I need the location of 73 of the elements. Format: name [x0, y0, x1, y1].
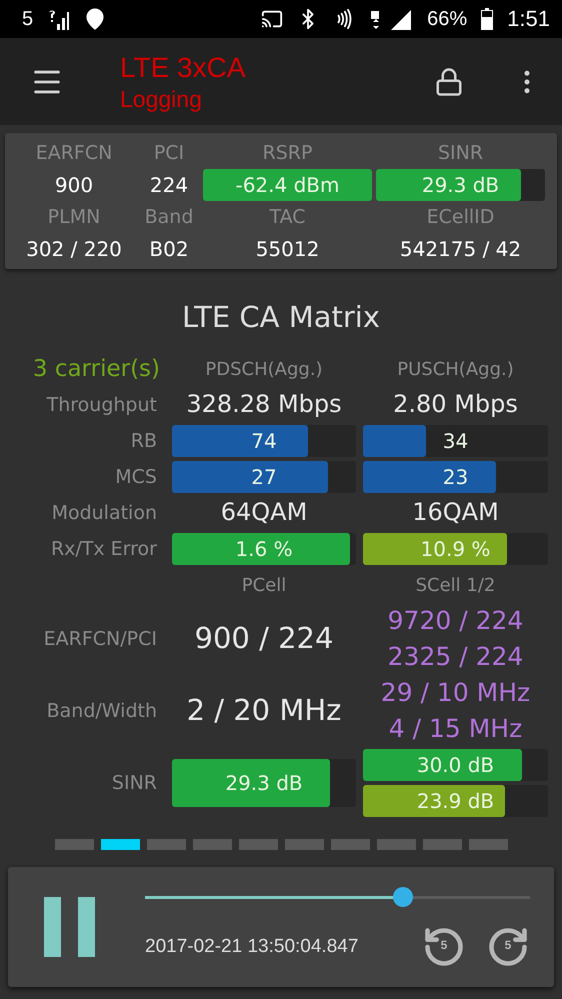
scell-value: 2325 / 224 — [386, 641, 524, 673]
meter-bar: 23.9 dB — [363, 785, 548, 817]
page-indicator[interactable] — [54, 839, 94, 850]
app-title: LTE 3xCA — [120, 50, 247, 84]
meter-bar: 27 — [172, 461, 356, 493]
column-header: PCell — [240, 574, 288, 596]
battery-percent: 66% — [427, 8, 468, 30]
pcell-value: 900 / 224 — [194, 620, 334, 658]
metric-value: 64QAM — [220, 497, 308, 528]
column-header: SCell 1/2 — [414, 574, 496, 596]
field-label: EARFCN — [34, 142, 114, 164]
field-label: ECellID — [426, 206, 496, 228]
row-label: SINR — [112, 772, 158, 794]
scell-value: 9720 / 224 — [386, 604, 524, 636]
meter-bar: 29.3 dB — [172, 759, 356, 807]
page-indicator[interactable] — [468, 839, 508, 850]
field-value: B02 — [148, 237, 190, 261]
playback-slider[interactable] — [145, 885, 530, 909]
field-label: PLMN — [46, 206, 102, 228]
signal-icon — [47, 8, 70, 30]
row-label: Band/Width — [46, 700, 158, 722]
row-label: Rx/Tx Error — [50, 538, 158, 560]
notification-count: 5 — [22, 8, 34, 30]
field-value: 224 — [148, 173, 190, 197]
meter-bar: 23 — [363, 461, 548, 493]
clock: 1:51 — [507, 6, 550, 32]
meter-bar: 30.0 dB — [363, 749, 548, 781]
field-value: 302 / 220 — [25, 237, 123, 261]
field-label: PCI — [152, 142, 186, 164]
page-indicator[interactable] — [146, 839, 186, 850]
scell-value: 29 / 10 MHz — [380, 676, 532, 708]
field-label: RSRP — [262, 142, 314, 164]
row-label: MCS — [115, 466, 158, 488]
column-header: PDSCH(Agg.) — [204, 358, 324, 380]
field-label: TAC — [268, 206, 307, 228]
metric-value: 16QAM — [411, 497, 500, 528]
meter-bar: 1.6 % — [172, 533, 356, 565]
field-value: 900 — [54, 173, 94, 197]
pause-button[interactable] — [44, 897, 96, 957]
forward-button[interactable]: 5 — [486, 925, 530, 969]
scell-value: 4 / 15 MHz — [388, 713, 524, 745]
meter-bar: 10.9 % — [363, 533, 548, 565]
page-indicator[interactable] — [284, 839, 324, 850]
page-indicator[interactable] — [422, 839, 462, 850]
pcell-value: 2 / 20 MHz — [186, 692, 342, 730]
metric-value: 328.28 Mbps — [185, 389, 343, 420]
column-header: PUSCH(Agg.) — [396, 358, 515, 380]
page-indicator[interactable] — [376, 839, 416, 850]
carrier-count: 3 carrier(s) — [32, 356, 161, 382]
page-indicator[interactable] — [100, 839, 140, 850]
field-value: 542175 / 42 — [398, 237, 522, 261]
matrix-title: LTE CA Matrix — [182, 300, 380, 334]
page-indicator[interactable] — [238, 839, 278, 850]
signal-icon — [369, 8, 414, 30]
field-label: Band — [144, 206, 194, 228]
meter-bar: 34 — [363, 425, 548, 457]
timestamp: 2017-02-21 13:50:04.847 — [145, 936, 360, 958]
row-label: Modulation — [52, 502, 158, 524]
page-indicator[interactable] — [192, 839, 232, 850]
row-label: EARFCN/PCI — [44, 628, 158, 650]
battery-icon — [481, 8, 494, 30]
row-label: RB — [130, 430, 158, 452]
app-subtitle: Logging — [120, 84, 203, 112]
field-label: SINR — [436, 142, 484, 164]
cast-icon — [261, 8, 284, 30]
field-value: 55012 — [254, 237, 320, 261]
meter-bar: -62.4 dBm — [203, 169, 372, 201]
page-indicator[interactable] — [330, 839, 370, 850]
metric-value: 2.80 Mbps — [392, 389, 519, 420]
rewind-button[interactable]: 5 — [422, 925, 466, 969]
meter-bar: 74 — [172, 425, 356, 457]
row-label: Throughput — [46, 394, 158, 416]
meter-bar: 29.3 dB — [376, 169, 545, 201]
